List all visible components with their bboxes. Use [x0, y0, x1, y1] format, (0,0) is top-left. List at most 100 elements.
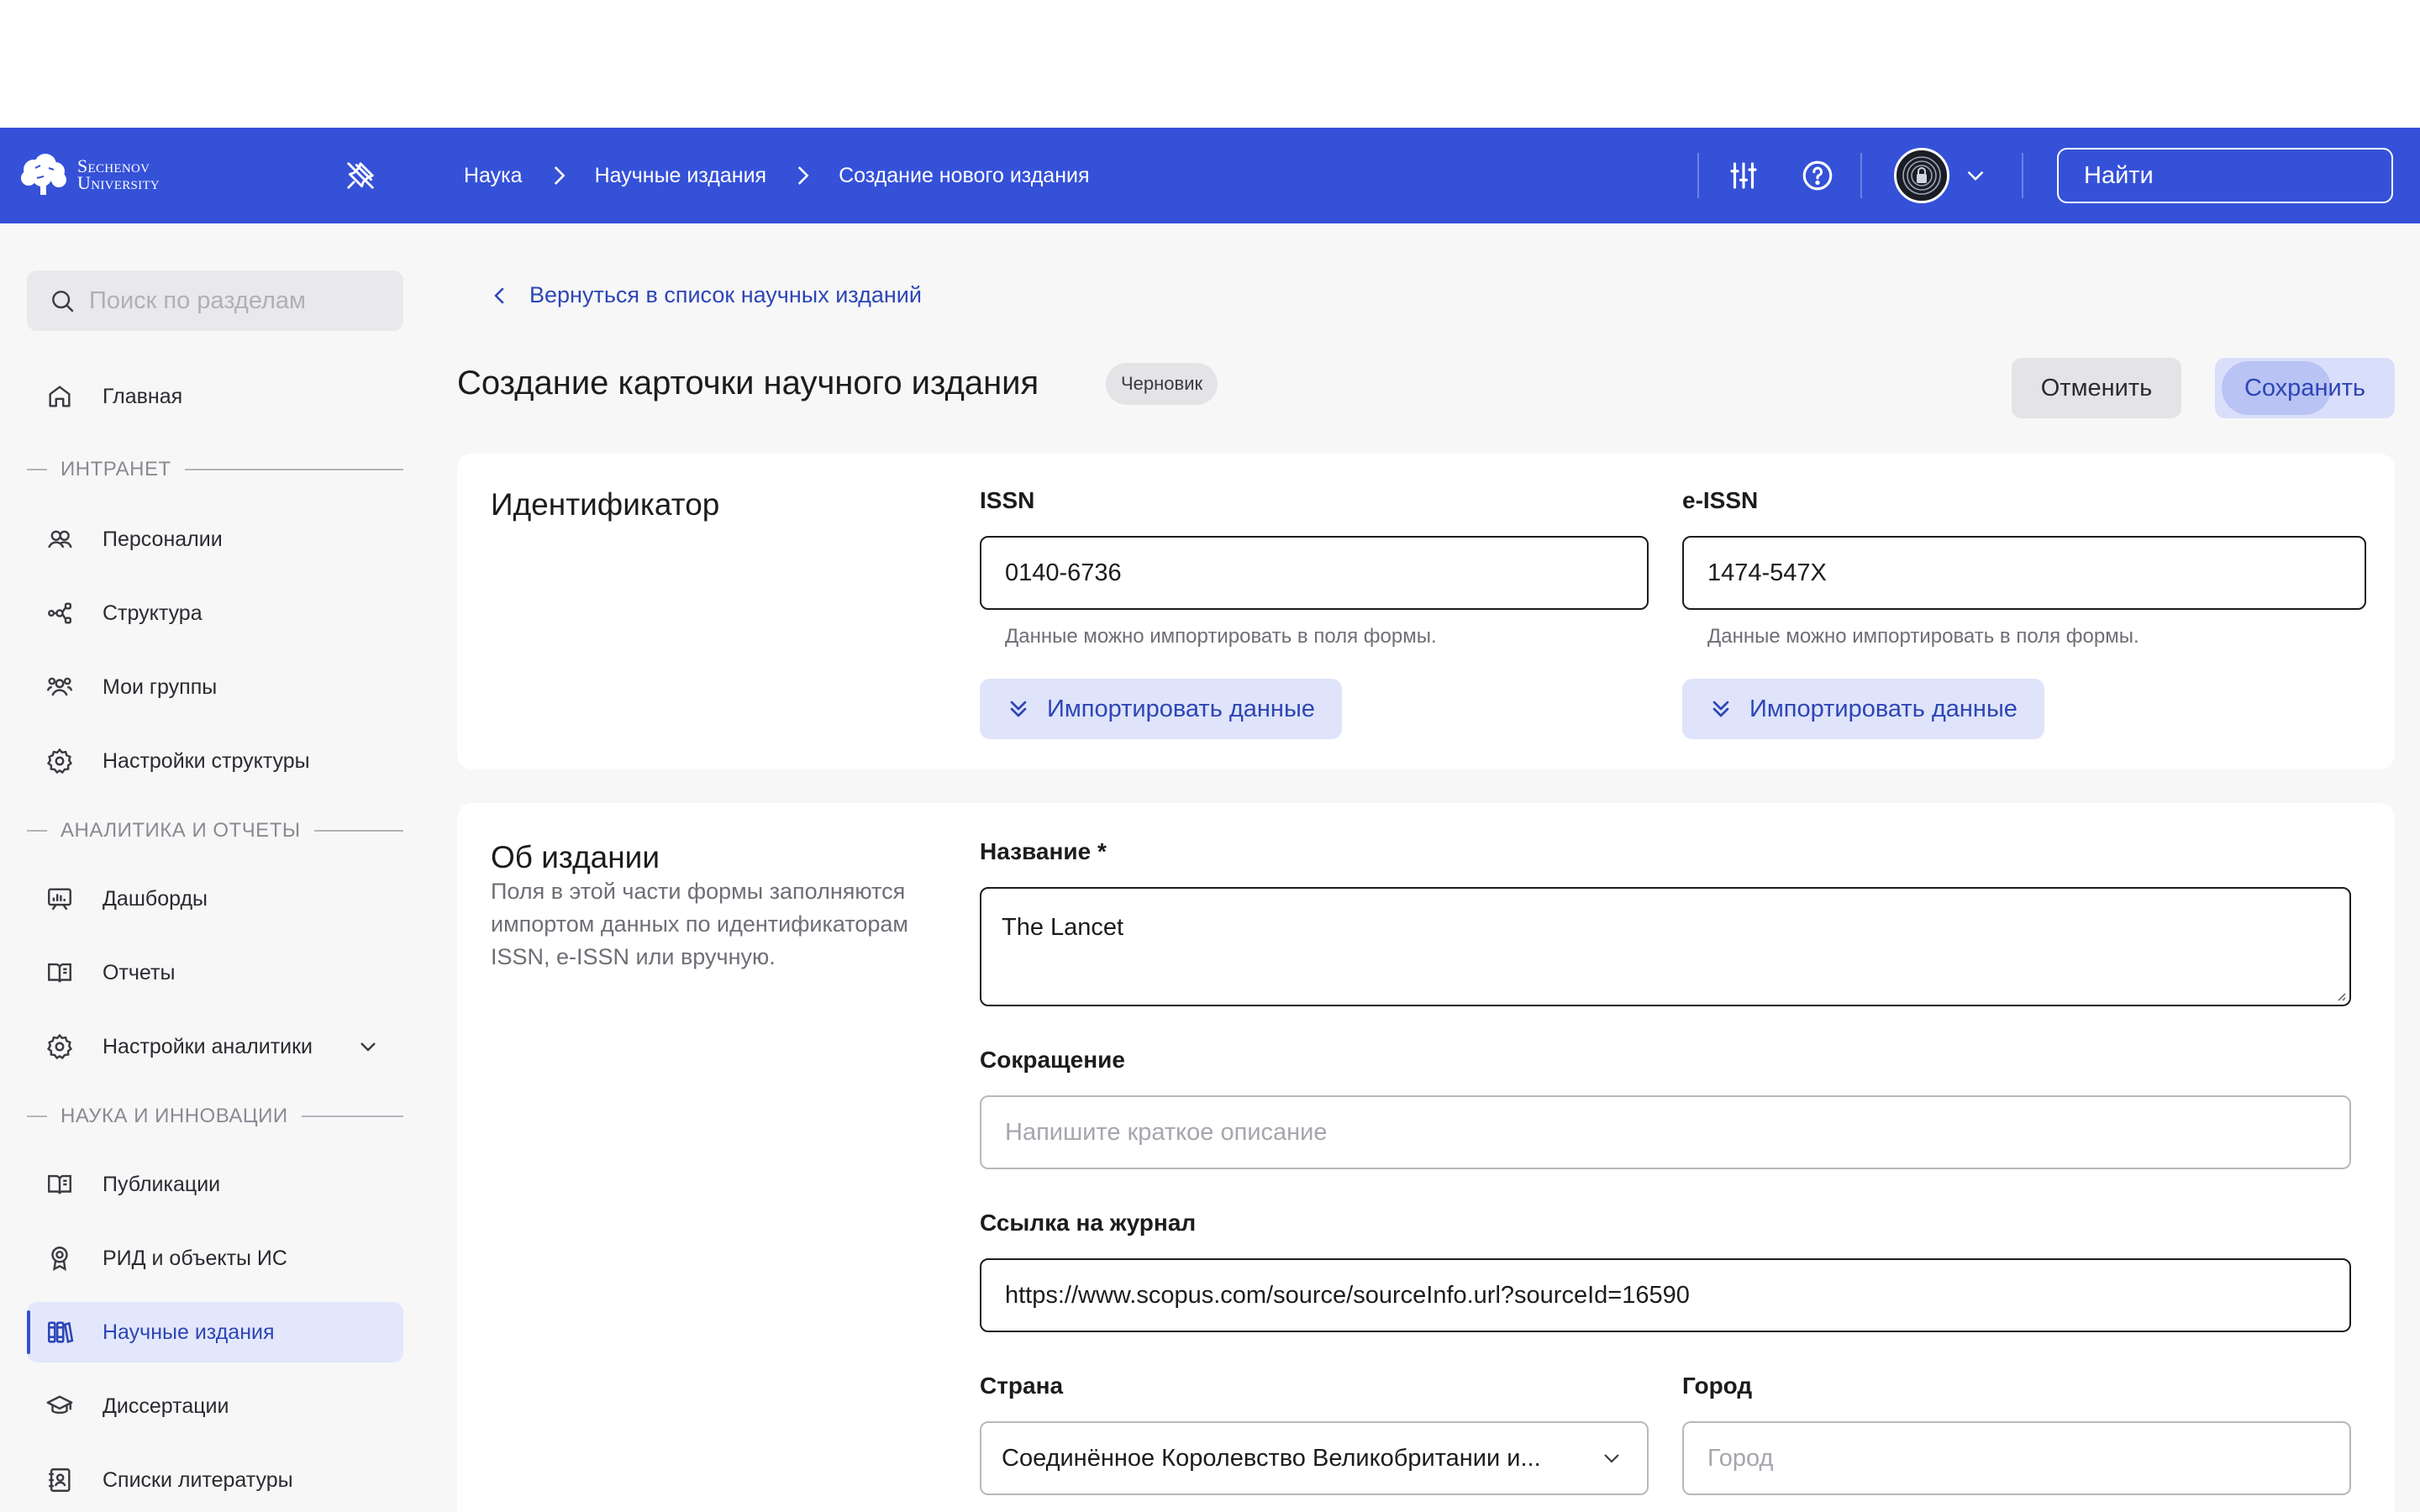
about-title: Об издании: [491, 840, 660, 874]
global-search-input[interactable]: [2084, 161, 2401, 190]
name-textarea[interactable]: The Lancet: [981, 889, 2349, 1005]
issn-field[interactable]: 0140-6736: [980, 536, 1649, 610]
sidebar-item-dashboards[interactable]: Дашборды: [27, 869, 403, 929]
abbreviation-field[interactable]: [980, 1095, 2351, 1169]
gear-icon: [46, 748, 73, 774]
sidebar-item-publications[interactable]: Публикации: [27, 1154, 403, 1215]
sidebar-item-label: Диссертации: [103, 1394, 229, 1418]
eissn-label: e-ISSN: [1682, 487, 1759, 513]
breadcrumb: Наука Научные издания Создание нового из…: [464, 158, 1090, 193]
settings-sliders-icon[interactable]: [1726, 158, 1761, 193]
sidebar-item-label: Публикации: [103, 1172, 221, 1196]
breadcrumb-science[interactable]: Наука: [464, 164, 523, 188]
sidebar-item-structure[interactable]: Структура: [27, 583, 403, 643]
sidebar-item-label: Настройки аналитики: [103, 1034, 313, 1058]
breadcrumb-current: Создание нового издания: [839, 163, 1090, 187]
abbreviation-input[interactable]: [1005, 1118, 2326, 1147]
chevron-down-icon[interactable]: [1961, 161, 1990, 190]
cancel-button[interactable]: Отменить: [2012, 358, 2181, 418]
resize-grip-icon[interactable]: [2334, 990, 2346, 1001]
chevrons-down-icon: [1010, 701, 1027, 717]
chevron-left-icon: [494, 286, 504, 304]
header-divider: [1860, 153, 1862, 198]
sidebar-item-dissertations[interactable]: Диссертации: [27, 1376, 403, 1436]
main-content: Вернуться в список научных изданий Созда…: [429, 223, 2420, 1512]
sidebar-item-analytics-settings[interactable]: Настройки аналитики: [27, 1016, 403, 1077]
home-icon: [49, 386, 71, 407]
global-search[interactable]: [2057, 148, 2401, 203]
header-divider: [2022, 153, 2023, 198]
book-open-icon: [48, 1174, 71, 1194]
chevron-right-icon: [554, 166, 566, 185]
name-label: Название *: [980, 838, 1107, 864]
sidebar-item-label: Структура: [103, 601, 203, 625]
eissn-field[interactable]: 1474-547X: [1682, 536, 2366, 610]
eissn-import-button[interactable]: Импортировать данные: [1682, 679, 2044, 739]
issn-label: ISSN: [980, 487, 1035, 513]
breadcrumb-journals[interactable]: Научные издания: [595, 164, 767, 188]
sidebar: Главная ИНТРАНЕТ Персоналии Структура Мо…: [0, 223, 429, 1512]
books-icon: [47, 1321, 74, 1343]
city-field[interactable]: [1682, 1421, 2351, 1495]
university-logo[interactable]: Sechenov University: [18, 153, 160, 197]
name-field[interactable]: The Lancet: [980, 887, 2351, 1006]
import-button-label: Импортировать данные: [1749, 695, 2018, 722]
issn-value: 0140-6736: [1005, 559, 1122, 586]
sidebar-item-journals[interactable]: Научные издания: [27, 1302, 403, 1362]
fingerprint-lock-icon: [1902, 156, 1941, 195]
country-value: Соединённое Королевство Великобритании и…: [1002, 1444, 1541, 1472]
user-avatar[interactable]: [1894, 148, 1949, 203]
sidebar-search[interactable]: [27, 270, 403, 331]
chevron-down-icon[interactable]: [355, 1033, 381, 1060]
chevron-right-icon: [797, 166, 809, 185]
section-label: НАУКА И ИННОВАЦИИ: [60, 1105, 288, 1127]
section-label: АНАЛИТИКА И ОТЧЕТЫ: [60, 819, 301, 842]
page-title: Создание карточки научного издания: [457, 365, 1039, 402]
sidebar-item-reports[interactable]: Отчеты: [27, 942, 403, 1003]
sidebar-item-label: Научные издания: [103, 1320, 275, 1344]
save-button[interactable]: Сохранить: [2215, 358, 2395, 418]
save-button-label: Сохранить: [2244, 374, 2366, 402]
journal-link-value: https://www.scopus.com/source/sourceInfo…: [1005, 1281, 1690, 1309]
sidebar-item-home[interactable]: Главная: [27, 366, 403, 427]
chevron-down-icon: [1604, 1454, 1619, 1463]
identifier-card: Идентификатор ISSN 0140-6736 Данные можн…: [457, 454, 2395, 769]
sidebar-item-label: Мои группы: [103, 675, 218, 699]
sidebar-item-my-groups[interactable]: Мои группы: [27, 657, 403, 717]
city-input[interactable]: [1707, 1444, 2326, 1473]
eissn-hint: Данные можно импортировать в поля формы.: [1707, 625, 2139, 648]
dashboard-icon: [48, 888, 71, 911]
status-badge: Черновик: [1106, 363, 1218, 405]
help-icon[interactable]: [1800, 158, 1835, 193]
users-icon: [48, 530, 72, 549]
gear-icon: [46, 1033, 73, 1060]
city-label: Город: [1682, 1373, 1753, 1399]
sidebar-item-literature[interactable]: Списки литературы: [27, 1450, 403, 1510]
unpin-icon[interactable]: [345, 160, 376, 192]
import-button-label: Импортировать данные: [1047, 695, 1315, 722]
header-divider: [1697, 153, 1699, 198]
issn-import-button[interactable]: Импортировать данные: [980, 679, 1342, 739]
award-icon: [51, 1247, 68, 1271]
top-header: Sechenov University Наука Научные издани…: [0, 128, 2420, 223]
back-to-journals-link[interactable]: Вернуться в список научных изданий: [487, 282, 922, 308]
journal-link-label: Ссылка на журнал: [980, 1210, 1197, 1236]
about-description: Поля в этой части формы заполняются импо…: [491, 879, 908, 969]
structure-icon: [48, 602, 71, 624]
sidebar-item-rid[interactable]: РИД и объекты ИС: [27, 1228, 403, 1289]
sidebar-search-input[interactable]: [89, 286, 392, 315]
country-select[interactable]: Соединённое Королевство Великобритании и…: [980, 1421, 1649, 1495]
sidebar-item-structure-settings[interactable]: Настройки структуры: [27, 731, 403, 791]
sidebar-item-label: Персоналии: [103, 527, 223, 551]
back-link-label: Вернуться в список научных изданий: [529, 282, 922, 307]
sidebar-item-label: Списки литературы: [103, 1467, 293, 1492]
contact-book-icon: [49, 1468, 71, 1492]
cancel-button-label: Отменить: [2040, 374, 2153, 402]
sidebar-item-label: Главная: [103, 384, 183, 408]
sidebar-item-personnel[interactable]: Персоналии: [27, 509, 403, 570]
sidebar-item-label: Отчеты: [103, 960, 176, 984]
book-open-icon: [48, 963, 71, 983]
sidebar-item-label: Дашборды: [103, 886, 208, 911]
journal-link-field[interactable]: https://www.scopus.com/source/sourceInfo…: [980, 1258, 2351, 1332]
identifier-title: Идентификатор: [491, 487, 720, 522]
